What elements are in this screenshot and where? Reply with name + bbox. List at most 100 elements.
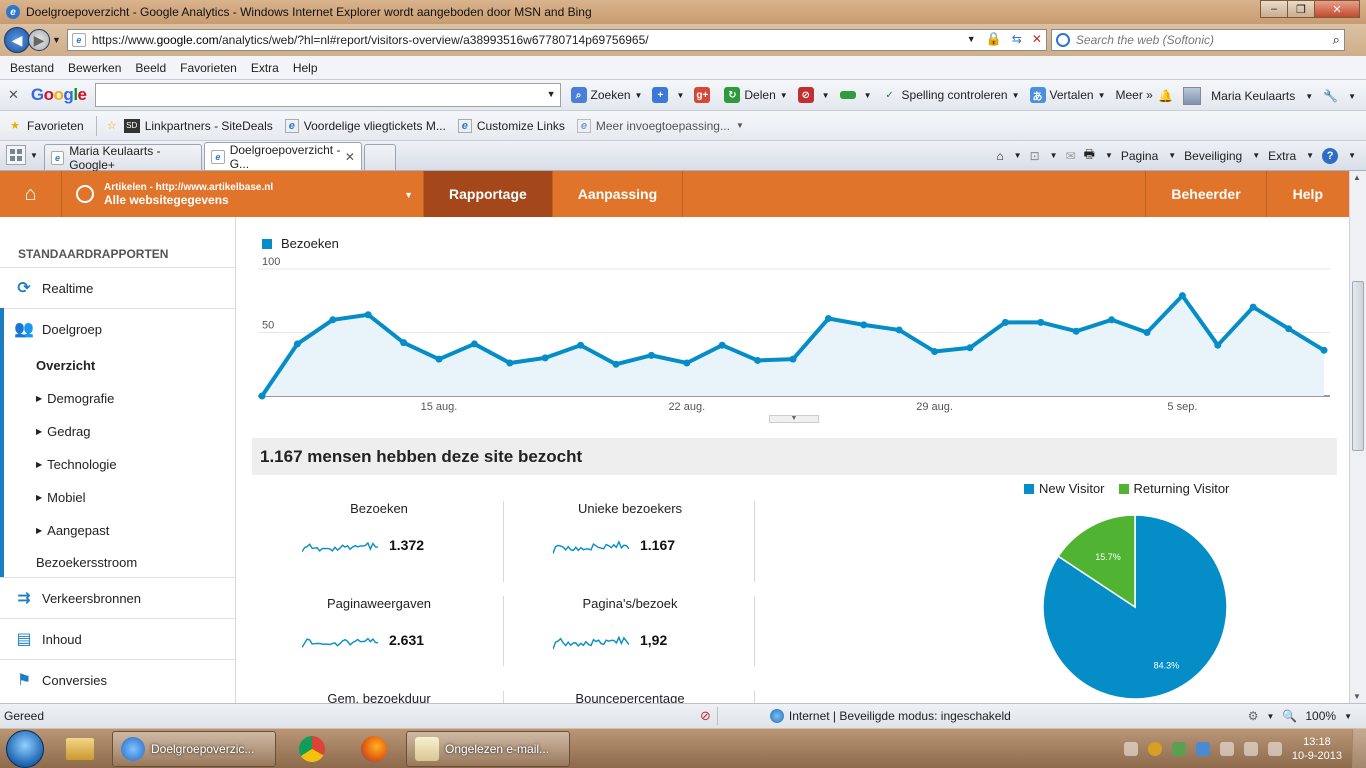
toolbar-delen[interactable]: ↻ Delen ▼ xyxy=(724,87,788,103)
line-chart-legend[interactable]: Bezoeken xyxy=(262,236,339,251)
sidebar-sub-mobiel[interactable]: ▶ Mobiel xyxy=(4,481,235,514)
page-scrollbar[interactable]: ▲ ▼ xyxy=(1349,171,1366,703)
sidebar-sub-technologie[interactable]: ▶ Technologie xyxy=(4,448,235,481)
scroll-up-icon[interactable]: ▲ xyxy=(1353,173,1361,182)
metric-bezoeken[interactable]: Bezoeken 1.372 xyxy=(254,501,504,596)
rss-feed-icon[interactable]: ⊡ xyxy=(1030,149,1040,163)
zoom-control[interactable]: ⚙ ▼ 🔍 100% ▼ xyxy=(1248,709,1352,723)
tab-beheerder[interactable]: Beheerder xyxy=(1145,171,1265,217)
lock-icon[interactable]: 🔒 xyxy=(986,31,1002,47)
fav-linkpartners[interactable]: ☆ SD Linkpartners - SiteDeals xyxy=(105,118,273,133)
favorites-button[interactable]: ★ Favorieten xyxy=(8,119,84,133)
menu-beeld[interactable]: Beeld xyxy=(135,61,166,75)
tab-help[interactable]: Help xyxy=(1265,171,1349,217)
menu-bestand[interactable]: Bestand xyxy=(10,61,54,75)
toolbar-spelling[interactable]: ✓ Spelling controleren ▼ xyxy=(882,87,1019,103)
tab-rapportage[interactable]: Rapportage xyxy=(424,171,553,217)
refresh-icon[interactable]: ⇆ xyxy=(1012,32,1022,46)
menu-bewerken[interactable]: Bewerken xyxy=(68,61,121,75)
print-icon[interactable]: 🖶 xyxy=(1084,145,1095,166)
toolbar-user[interactable]: Maria Keulaarts xyxy=(1211,89,1295,103)
help-icon[interactable]: ? xyxy=(1322,147,1339,164)
mail-icon[interactable]: ✉ xyxy=(1066,149,1076,163)
search-icon[interactable]: ⌕ xyxy=(1333,32,1340,48)
volume-muted-icon[interactable] xyxy=(1267,741,1282,756)
fav-customize-links[interactable]: e Customize Links xyxy=(457,118,565,133)
fav-meer[interactable]: e Meer invoegtoepassing... ▼ xyxy=(576,118,744,133)
wrench-icon[interactable]: 🔧 xyxy=(1323,89,1338,103)
chevron-down-icon[interactable]: ▼ xyxy=(1305,92,1313,101)
menu-extra[interactable]: Extra xyxy=(251,61,279,75)
maximize-button[interactable]: ❐ xyxy=(1287,0,1315,18)
scrollbar-thumb[interactable] xyxy=(1352,281,1364,451)
toolbar-vertalen[interactable]: あ Vertalen ▼ xyxy=(1029,87,1105,103)
cmd-extra[interactable]: Extra xyxy=(1268,149,1296,163)
firefox-icon[interactable] xyxy=(348,731,400,767)
home-icon[interactable]: ⌂ xyxy=(996,149,1003,163)
start-button[interactable] xyxy=(6,729,44,768)
menu-favorieten[interactable]: Favorieten xyxy=(180,61,237,75)
antivirus-icon[interactable] xyxy=(1147,741,1162,756)
account-selector[interactable]: Artikelen - http://www.artikelbase.nl Al… xyxy=(62,171,424,217)
sidebar-sub-demografie[interactable]: ▶ Demografie xyxy=(4,382,235,415)
sidebar-item-conversies[interactable]: ⚑ Conversies xyxy=(0,659,235,700)
toolbar-zoeken[interactable]: ⌕ Zoeken ▼ xyxy=(570,87,642,103)
sidebar-sub-gedrag[interactable]: ▶ Gedrag xyxy=(4,415,235,448)
url-input[interactable]: e https://www.google.com/analytics/web/?… xyxy=(66,29,1047,51)
visitor-type-pie-chart[interactable]: 84.3% 15.7% xyxy=(1042,514,1228,700)
metric-gem-bezoekduur[interactable]: Gem. bezoekduur xyxy=(254,691,504,703)
metric-bouncepercentage[interactable]: Bouncepercentage xyxy=(505,691,755,703)
chart-resize-handle[interactable]: ▼ xyxy=(769,415,819,423)
security-zone[interactable]: Internet | Beveiligde modus: ingeschakel… xyxy=(724,709,1164,723)
legend-new-visitor[interactable]: New Visitor xyxy=(1024,481,1105,496)
clock[interactable]: 13:18 10-9-2013 xyxy=(1292,735,1342,763)
forward-button[interactable]: ▶ xyxy=(28,29,50,51)
toolbar-popup[interactable]: ⊘ ▼ xyxy=(797,87,830,103)
update-icon[interactable] xyxy=(1195,741,1210,756)
ga-home-button[interactable]: ⌂ xyxy=(0,171,62,217)
sidebar-item-doelgroep[interactable]: 👥 Doelgroep xyxy=(4,308,235,349)
sidebar-item-realtime[interactable]: ⟳ Realtime xyxy=(0,267,235,308)
new-tab-button[interactable] xyxy=(363,144,396,170)
close-button[interactable]: ✕ xyxy=(1314,0,1360,18)
chevron-down-icon[interactable]: ▼ xyxy=(547,89,556,99)
taskbar-ie-window[interactable]: Doelgroepoverzic... xyxy=(112,730,276,767)
action-center-flag-icon[interactable] xyxy=(1219,741,1234,756)
cmd-beveiliging[interactable]: Beveiliging xyxy=(1184,149,1242,163)
stop-icon[interactable]: ✕ xyxy=(1032,32,1042,46)
metric-paginas-per-bezoek[interactable]: Pagina's/bezoek 1,92 xyxy=(505,596,755,691)
url-dropdown-icon[interactable]: ▼ xyxy=(967,34,976,44)
show-desktop-button[interactable] xyxy=(1352,728,1366,768)
sidebar-sub-aangepast[interactable]: ▶ Aangepast xyxy=(4,514,235,547)
tab-google-plus[interactable]: e Maria Keulaarts - Google+ xyxy=(43,144,202,172)
menu-help[interactable]: Help xyxy=(293,61,318,75)
metric-paginaweergaven[interactable]: Paginaweergaven 2.631 xyxy=(254,596,504,691)
toolbar-meer[interactable]: Meer » xyxy=(1115,88,1152,102)
tracking-protection-icon[interactable]: ⊘ xyxy=(700,708,711,724)
minimize-button[interactable]: – xyxy=(1260,0,1288,18)
cmd-pagina[interactable]: Pagina xyxy=(1121,149,1158,163)
close-tab-icon[interactable]: ✕ xyxy=(345,150,355,164)
explorer-icon[interactable] xyxy=(54,731,106,767)
keyboard-icon[interactable] xyxy=(1123,741,1138,756)
scroll-down-icon[interactable]: ▼ xyxy=(1353,692,1361,701)
chevron-down-icon[interactable]: ▼ xyxy=(1348,92,1356,101)
bell-icon[interactable]: 🔔 xyxy=(1158,89,1173,103)
toolbar-google-plus[interactable]: g+ xyxy=(694,87,714,103)
network-icon[interactable] xyxy=(1243,741,1258,756)
tab-list-dropdown-icon[interactable]: ▼ xyxy=(30,151,38,160)
toolbar-green[interactable]: ▼ xyxy=(839,91,872,100)
chrome-icon[interactable] xyxy=(286,731,338,767)
toolbar-add[interactable]: + ▼ xyxy=(652,87,684,103)
sidebar-item-verkeersbronnen[interactable]: ⇉ Verkeersbronnen xyxy=(0,577,235,618)
fav-vliegtickets[interactable]: e Voordelige vliegtickets M... xyxy=(284,118,446,133)
sync-icon[interactable] xyxy=(1171,741,1186,756)
close-toolbar-icon[interactable]: ✕ xyxy=(8,87,19,103)
sidebar-sub-bezoekersstroom[interactable]: Bezoekersstroom xyxy=(4,547,235,577)
tab-aanpassing[interactable]: Aanpassing xyxy=(553,171,684,217)
history-dropdown-icon[interactable]: ▼ xyxy=(52,35,61,45)
quick-tabs-icon[interactable] xyxy=(6,145,26,165)
sidebar-item-inhoud[interactable]: ▤ Inhoud xyxy=(0,618,235,659)
google-search-input[interactable]: ▼ xyxy=(94,83,561,107)
tab-doelgroepoverzicht[interactable]: e Doelgroepoverzicht - G... ✕ xyxy=(203,142,362,171)
